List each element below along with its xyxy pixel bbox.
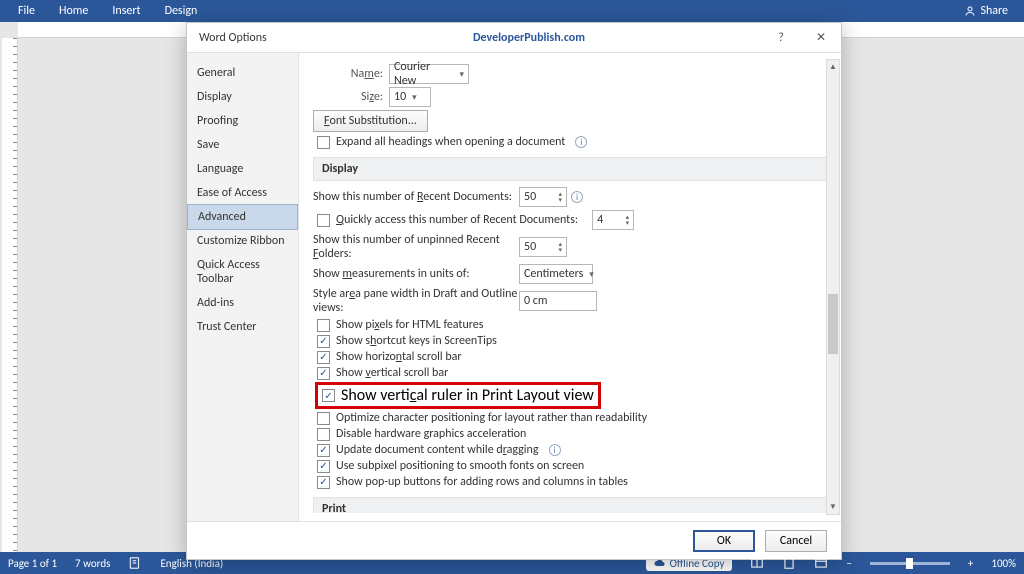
chevron-down-icon: ▾ <box>412 92 417 103</box>
quick-recent-checkbox[interactable] <box>317 214 330 227</box>
scroll-thumb[interactable] <box>828 294 838 354</box>
help-button[interactable]: ? <box>761 23 801 53</box>
info-icon[interactable]: i <box>571 191 583 203</box>
ok-button[interactable]: OK <box>693 530 755 552</box>
nav-ease-of-access[interactable]: Ease of Access <box>187 181 298 205</box>
hwaccel-checkbox[interactable] <box>317 428 330 441</box>
dialog-title: Word Options <box>187 31 297 45</box>
pixels-label: Show pixels for HTML features <box>336 318 483 332</box>
chevron-down-icon: ▾ <box>459 69 464 80</box>
quick-recent-input[interactable]: 4 ▴▾ <box>592 210 634 230</box>
dialog-titlebar: Word Options DeveloperPublish.com ? ✕ <box>187 23 841 53</box>
page-indicator[interactable]: Page 1 of 1 <box>8 557 57 570</box>
quick-recent-value: 4 <box>597 213 603 227</box>
nav-quick-access-toolbar[interactable]: Quick Access Toolbar <box>187 253 298 291</box>
expand-headings-label: Expand all headings when opening a docum… <box>336 135 565 149</box>
quick-recent-label: Quickly access this number of Recent Doc… <box>336 213 578 227</box>
display-section-header: Display <box>313 157 827 181</box>
ribbon: File Home Insert Design Share <box>0 0 1024 22</box>
font-name-label: Name: <box>337 67 383 81</box>
nav-add-ins[interactable]: Add-ins <box>187 291 298 315</box>
optimize-checkbox[interactable] <box>317 412 330 425</box>
info-icon[interactable]: i <box>575 136 587 148</box>
popup-label: Show pop-up buttons for adding rows and … <box>336 475 628 489</box>
shortcut-checkbox[interactable] <box>317 335 330 348</box>
tab-home[interactable]: Home <box>47 4 100 18</box>
dragupdate-checkbox[interactable] <box>317 444 330 457</box>
style-pane-input[interactable]: 0 cm <box>519 291 597 311</box>
font-size-combo[interactable]: 10 ▾ <box>389 87 431 107</box>
zoom-level[interactable]: 100% <box>991 557 1016 570</box>
proofing-icon[interactable] <box>128 556 142 570</box>
share-label: Share <box>980 4 1008 18</box>
view-web-layout-icon[interactable] <box>814 556 828 570</box>
recent-docs-value: 50 <box>524 190 536 204</box>
vscroll-checkbox[interactable] <box>317 367 330 380</box>
nav-display[interactable]: Display <box>187 85 298 109</box>
ruler-vertical <box>2 38 18 552</box>
font-substitution-button[interactable]: Font Substitution... <box>313 110 428 132</box>
popup-checkbox[interactable] <box>317 476 330 489</box>
nav-trust-center[interactable]: Trust Center <box>187 315 298 339</box>
tab-insert[interactable]: Insert <box>100 4 152 18</box>
hscroll-checkbox[interactable] <box>317 351 330 364</box>
view-read-mode-icon[interactable] <box>750 556 764 570</box>
document-area: Word Options DeveloperPublish.com ? ✕ Ge… <box>0 22 1024 552</box>
share-button[interactable]: Share <box>954 4 1018 18</box>
vruler-label: Show vertical ruler in Print Layout view <box>341 386 594 405</box>
hwaccel-label: Disable hardware graphics acceleration <box>336 427 526 441</box>
dialog-footer: OK Cancel <box>187 521 841 559</box>
print-section-header: Print <box>313 497 827 513</box>
recent-folders-value: 50 <box>524 240 536 254</box>
tab-file[interactable]: File <box>6 4 47 18</box>
zoom-in-button[interactable]: + <box>968 557 973 570</box>
recent-folders-label: Show this number of unpinned Recent Fold… <box>313 233 519 261</box>
word-options-dialog: Word Options DeveloperPublish.com ? ✕ Ge… <box>186 22 842 560</box>
style-pane-label: Style area pane width in Draft and Outli… <box>313 287 519 315</box>
units-label: Show measurements in units of: <box>313 267 519 281</box>
nav-language[interactable]: Language <box>187 157 298 181</box>
vscroll-label: Show vertical scroll bar <box>336 366 448 380</box>
view-print-layout-icon[interactable] <box>782 556 796 570</box>
scroll-up-icon[interactable]: ▲ <box>827 60 839 74</box>
shortcut-label: Show shortcut keys in ScreenTips <box>336 334 497 348</box>
vruler-checkbox[interactable] <box>322 389 335 402</box>
subpixel-label: Use subpixel positioning to smooth fonts… <box>336 459 584 473</box>
options-nav: General Display Proofing Save Language E… <box>187 53 299 521</box>
expand-headings-checkbox[interactable] <box>317 136 330 149</box>
content-scrollbar[interactable]: ▲ ▼ <box>826 59 840 515</box>
info-icon[interactable]: i <box>549 444 561 456</box>
subpixel-checkbox[interactable] <box>317 460 330 473</box>
font-size-value: 10 <box>394 90 406 104</box>
recent-docs-label: Show this number of Recent Documents: <box>313 190 519 204</box>
units-value: Centimeters <box>524 267 583 281</box>
options-content: Name: Courier New▾ Size: 10▾ Font Substi… <box>299 53 841 521</box>
dragupdate-label: Update document content while dragging <box>336 443 539 457</box>
pixels-checkbox[interactable] <box>317 319 330 332</box>
cancel-button[interactable]: Cancel <box>765 530 827 552</box>
zoom-out-button[interactable]: − <box>846 557 851 570</box>
hscroll-label: Show horizontal scroll bar <box>336 350 462 364</box>
close-button[interactable]: ✕ <box>801 23 841 53</box>
recent-docs-input[interactable]: 50 ▴▾ <box>519 187 567 207</box>
nav-advanced[interactable]: Advanced <box>187 204 298 230</box>
chevron-down-icon: ▾ <box>589 269 594 280</box>
nav-save[interactable]: Save <box>187 133 298 157</box>
units-combo[interactable]: Centimeters ▾ <box>519 264 593 284</box>
optimize-label: Optimize character positioning for layou… <box>336 411 647 425</box>
dialog-title-center: DeveloperPublish.com <box>297 31 761 45</box>
nav-customize-ribbon[interactable]: Customize Ribbon <box>187 229 298 253</box>
recent-folders-input[interactable]: 50 ▴▾ <box>519 237 567 257</box>
nav-general[interactable]: General <box>187 61 298 85</box>
zoom-slider[interactable] <box>870 562 950 565</box>
share-icon <box>964 5 976 17</box>
vruler-highlight: Show vertical ruler in Print Layout view <box>315 382 601 409</box>
font-name-value: Courier New <box>394 61 453 88</box>
font-name-combo[interactable]: Courier New▾ <box>389 64 469 84</box>
font-size-label: Size: <box>337 90 383 104</box>
tab-design[interactable]: Design <box>153 4 210 18</box>
word-count[interactable]: 7 words <box>75 557 110 570</box>
nav-proofing[interactable]: Proofing <box>187 109 298 133</box>
scroll-down-icon[interactable]: ▼ <box>827 500 839 514</box>
